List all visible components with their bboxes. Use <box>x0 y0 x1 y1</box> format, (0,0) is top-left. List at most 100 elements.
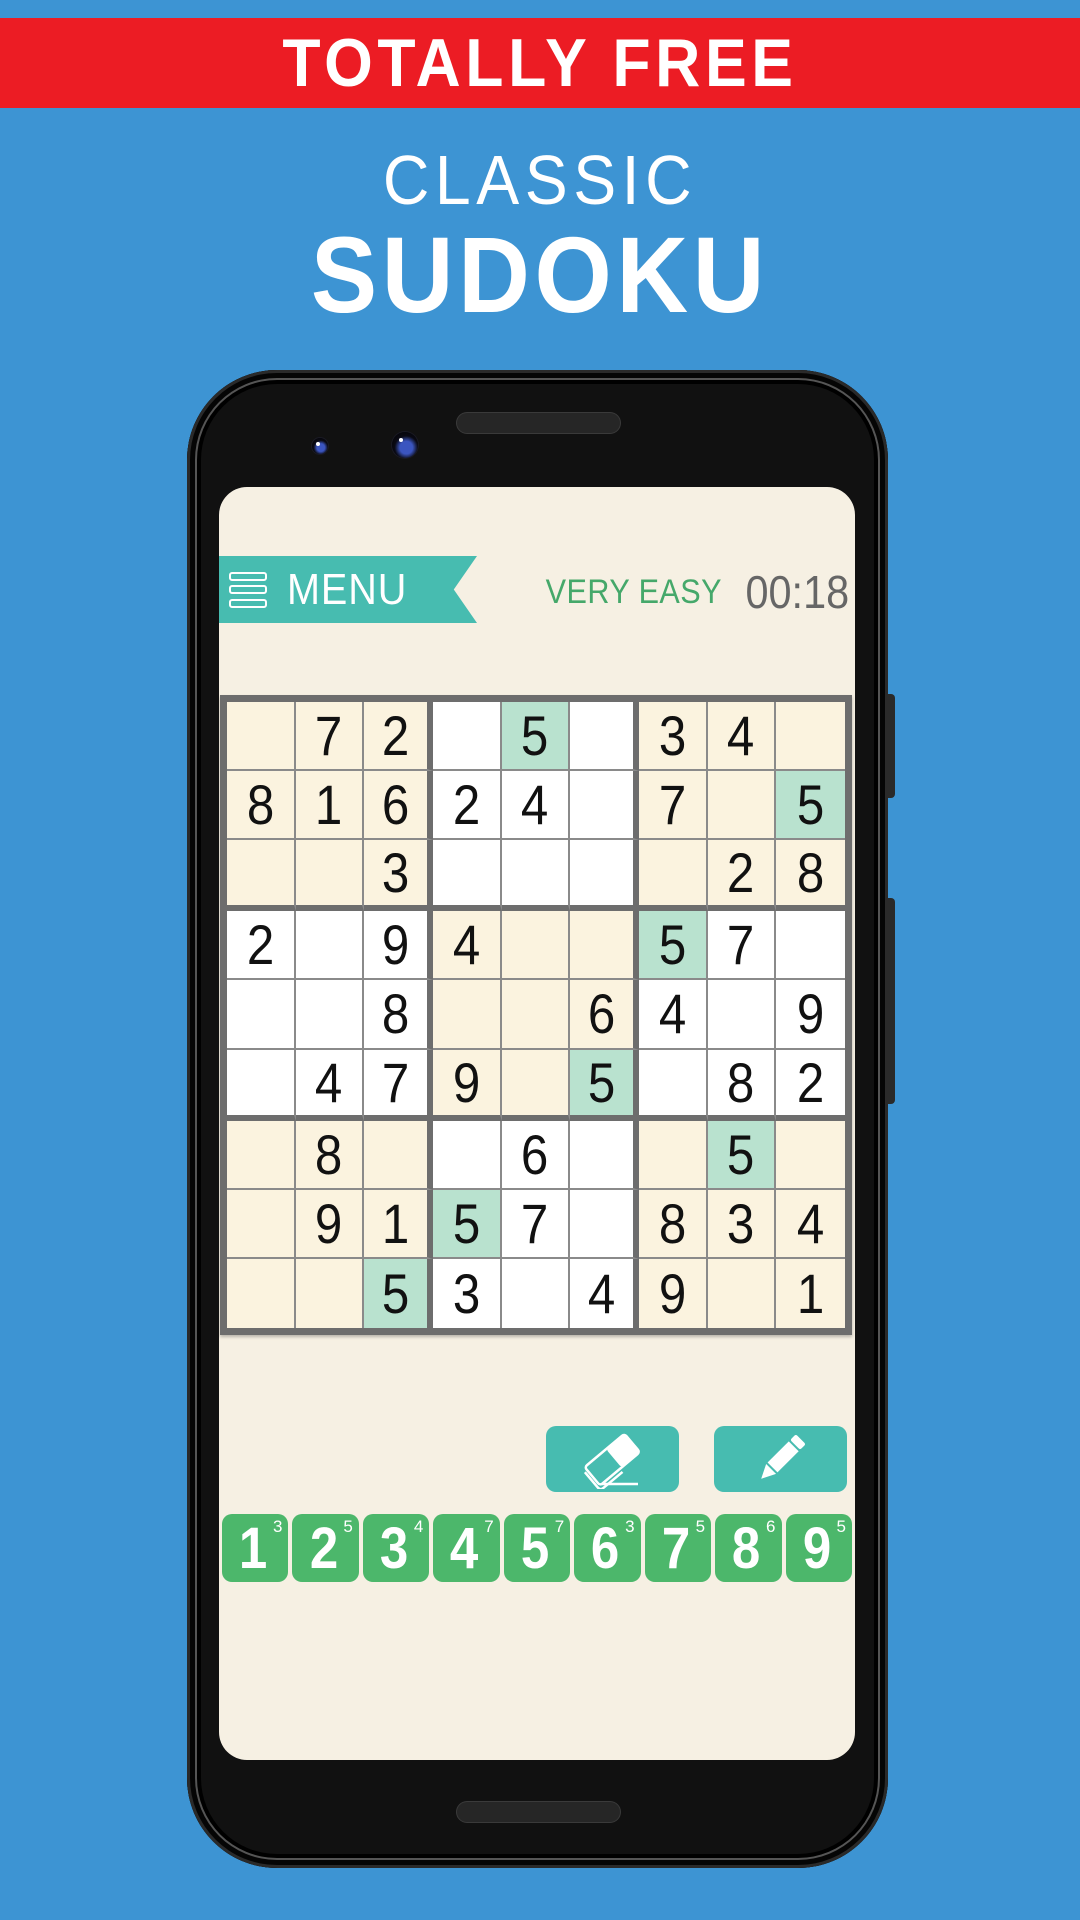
sudoku-cell[interactable] <box>227 1120 296 1190</box>
sudoku-cell[interactable]: 2 <box>707 840 777 912</box>
sudoku-cell[interactable] <box>295 840 365 912</box>
sudoku-cell[interactable]: 8 <box>227 771 296 841</box>
cell-value: 5 <box>381 1261 410 1325</box>
pencil-notes-button[interactable] <box>714 1426 847 1492</box>
sudoku-cell[interactable] <box>638 840 708 912</box>
number-key-2[interactable]: 25 <box>292 1514 359 1582</box>
sudoku-cell[interactable] <box>707 980 777 1050</box>
number-key-1[interactable]: 13 <box>222 1514 289 1582</box>
sudoku-cell[interactable]: 7 <box>707 911 777 981</box>
sudoku-cell[interactable] <box>501 1258 571 1328</box>
sudoku-cell[interactable]: 6 <box>570 980 639 1050</box>
sudoku-cell[interactable]: 2 <box>432 771 502 841</box>
sudoku-cell[interactable]: 2 <box>776 1049 845 1121</box>
sudoku-cell[interactable] <box>295 911 365 981</box>
sudoku-cell[interactable] <box>570 771 639 841</box>
cell-value: 2 <box>796 1050 825 1114</box>
sudoku-cell[interactable]: 5 <box>638 911 708 981</box>
sudoku-cell[interactable]: 3 <box>638 702 708 772</box>
sudoku-cell[interactable] <box>227 1258 296 1328</box>
sudoku-cell[interactable]: 1 <box>364 1189 433 1259</box>
sudoku-cell[interactable] <box>227 1049 296 1121</box>
sudoku-cell[interactable]: 7 <box>638 771 708 841</box>
sudoku-cell[interactable] <box>227 1189 296 1259</box>
number-key-9[interactable]: 95 <box>785 1514 852 1582</box>
sudoku-cell[interactable] <box>501 1049 571 1121</box>
sudoku-cell[interactable]: 5 <box>707 1120 777 1190</box>
sudoku-cell[interactable]: 3 <box>432 1258 502 1328</box>
sudoku-cell[interactable]: 5 <box>364 1258 433 1328</box>
number-key-5[interactable]: 57 <box>503 1514 571 1582</box>
front-camera-icon <box>312 438 328 454</box>
sudoku-cell[interactable] <box>227 840 296 912</box>
sudoku-cell[interactable]: 8 <box>295 1120 365 1190</box>
sudoku-cell[interactable]: 8 <box>638 1189 708 1259</box>
sudoku-cell[interactable] <box>776 1120 845 1190</box>
sudoku-cell[interactable]: 4 <box>295 1049 365 1121</box>
sudoku-cell[interactable]: 4 <box>638 980 708 1050</box>
sudoku-cell[interactable]: 9 <box>638 1258 708 1328</box>
sudoku-cell[interactable]: 4 <box>570 1258 639 1328</box>
sudoku-cell[interactable]: 2 <box>364 702 433 772</box>
sudoku-cell[interactable] <box>776 702 845 772</box>
sudoku-cell[interactable] <box>501 911 571 981</box>
sudoku-cell[interactable]: 9 <box>776 980 845 1050</box>
sudoku-cell[interactable]: 5 <box>432 1189 502 1259</box>
sudoku-cell[interactable]: 1 <box>295 771 365 841</box>
sudoku-cell[interactable] <box>570 911 639 981</box>
sudoku-cell[interactable] <box>570 1120 639 1190</box>
number-key-4[interactable]: 47 <box>433 1514 500 1582</box>
sudoku-cell[interactable]: 3 <box>364 840 433 912</box>
sudoku-cell[interactable] <box>227 980 296 1050</box>
sudoku-cell[interactable] <box>570 840 639 912</box>
number-key-8[interactable]: 86 <box>715 1514 782 1582</box>
number-key-3[interactable]: 34 <box>362 1514 430 1582</box>
number-key-7[interactable]: 75 <box>644 1514 712 1582</box>
cell-value: 5 <box>796 773 825 837</box>
sudoku-cell[interactable] <box>707 771 777 841</box>
sudoku-cell[interactable]: 9 <box>364 911 433 981</box>
sudoku-cell[interactable]: 6 <box>364 771 433 841</box>
menu-button[interactable]: MENU <box>219 556 477 623</box>
sudoku-cell[interactable]: 7 <box>364 1049 433 1121</box>
sudoku-cell[interactable] <box>501 980 571 1050</box>
title-sudoku: SUDOKU <box>310 214 770 335</box>
sudoku-cell[interactable]: 4 <box>776 1189 845 1259</box>
cell-value: 8 <box>246 773 275 837</box>
sudoku-cell[interactable] <box>776 911 845 981</box>
sudoku-cell[interactable] <box>570 702 639 772</box>
sudoku-cell[interactable] <box>295 1258 365 1328</box>
sudoku-cell[interactable]: 9 <box>295 1189 365 1259</box>
sudoku-cell[interactable]: 4 <box>707 702 777 772</box>
sudoku-cell[interactable] <box>432 840 502 912</box>
sudoku-cell[interactable]: 8 <box>364 980 433 1050</box>
sudoku-cell[interactable]: 5 <box>776 771 845 841</box>
sudoku-cell[interactable]: 1 <box>776 1258 845 1328</box>
sudoku-cell[interactable] <box>707 1258 777 1328</box>
number-key-6[interactable]: 63 <box>574 1514 641 1582</box>
sudoku-cell[interactable]: 4 <box>501 771 571 841</box>
sudoku-cell[interactable]: 5 <box>501 702 571 772</box>
sudoku-cell[interactable]: 4 <box>432 911 502 981</box>
sudoku-cell[interactable] <box>638 1120 708 1190</box>
sudoku-cell[interactable] <box>501 840 571 912</box>
sudoku-cell[interactable] <box>638 1049 708 1121</box>
sudoku-cell[interactable]: 9 <box>432 1049 502 1121</box>
sudoku-cell[interactable]: 7 <box>501 1189 571 1259</box>
sudoku-cell[interactable] <box>227 702 296 772</box>
erase-button[interactable] <box>546 1426 679 1492</box>
sudoku-cell[interactable]: 8 <box>707 1049 777 1121</box>
sudoku-cell[interactable]: 5 <box>570 1049 639 1121</box>
sudoku-cell[interactable]: 7 <box>295 702 365 772</box>
sudoku-cell[interactable] <box>364 1120 433 1190</box>
sudoku-cell[interactable]: 8 <box>776 840 845 912</box>
sudoku-cell[interactable] <box>570 1189 639 1259</box>
sudoku-cell[interactable] <box>432 980 502 1050</box>
sudoku-cell[interactable] <box>432 1120 502 1190</box>
remaining-count: 3 <box>272 1517 283 1536</box>
sudoku-cell[interactable]: 2 <box>227 911 296 981</box>
sudoku-cell[interactable] <box>295 980 365 1050</box>
sudoku-cell[interactable] <box>432 702 502 772</box>
sudoku-cell[interactable]: 6 <box>501 1120 571 1190</box>
sudoku-cell[interactable]: 3 <box>707 1189 777 1259</box>
